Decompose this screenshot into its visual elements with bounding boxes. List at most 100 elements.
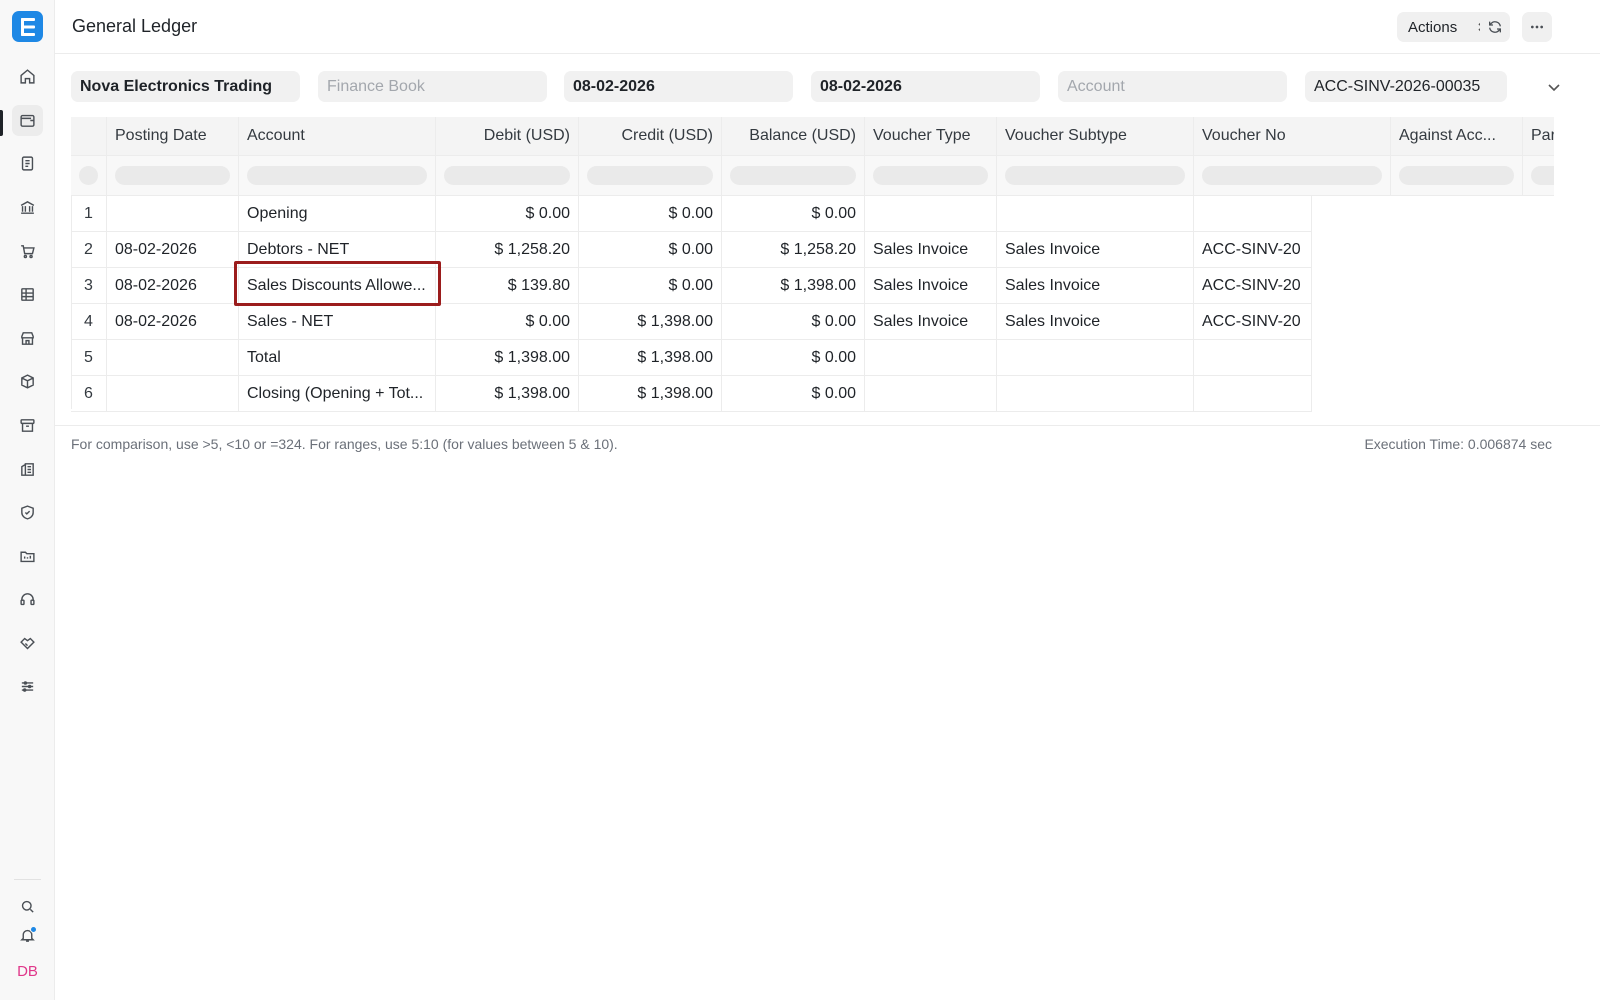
filter-pill[interactable] — [444, 166, 570, 185]
sidebar-item-selling[interactable] — [12, 323, 43, 354]
cell-balance[interactable]: $ 1,398.00 — [722, 268, 865, 303]
sidebar-item-support[interactable] — [12, 584, 43, 615]
filter-credit[interactable] — [579, 156, 722, 195]
cell-credit[interactable]: $ 1,398.00 — [579, 340, 722, 375]
cell-debit[interactable]: $ 1,258.20 — [436, 232, 579, 267]
cell-voucher-no[interactable] — [1194, 340, 1312, 375]
cell-voucher-type[interactable] — [865, 340, 997, 375]
sidebar-search-button[interactable] — [12, 891, 43, 922]
voucher-no-field[interactable]: ACC-SINV-2026-00035 — [1305, 71, 1507, 102]
sidebar-item-home[interactable] — [12, 61, 43, 92]
cell-posting-date[interactable] — [107, 196, 239, 231]
cell-debit[interactable]: $ 1,398.00 — [436, 376, 579, 411]
column-header-balance[interactable]: Balance (USD) — [722, 117, 865, 155]
cell-balance[interactable]: $ 0.00 — [722, 376, 865, 411]
cell-debit[interactable]: $ 0.00 — [436, 304, 579, 339]
column-header-credit[interactable]: Credit (USD) — [579, 117, 722, 155]
cell-voucher-no[interactable] — [1194, 196, 1312, 231]
sidebar-notifications-button[interactable] — [12, 920, 43, 951]
filter-against-account[interactable] — [1391, 156, 1523, 195]
cell-voucher-type[interactable]: Sales Invoice — [865, 268, 997, 303]
cell-voucher-subtype[interactable]: Sales Invoice — [997, 268, 1194, 303]
filter-voucher-type[interactable] — [865, 156, 997, 195]
column-header-debit[interactable]: Debit (USD) — [436, 117, 579, 155]
filter-pill[interactable] — [1202, 166, 1382, 185]
sidebar-item-stock[interactable] — [12, 366, 43, 397]
sidebar-item-reports[interactable] — [12, 279, 43, 310]
from-date-field[interactable]: 08-02-2026 — [564, 71, 793, 102]
sidebar-item-banking[interactable] — [12, 192, 43, 223]
cell-voucher-subtype[interactable]: Sales Invoice — [997, 304, 1194, 339]
filter-pill[interactable] — [247, 166, 427, 185]
cell-voucher-type[interactable]: Sales Invoice — [865, 232, 997, 267]
company-field[interactable]: Nova Electronics Trading — [71, 71, 300, 102]
filter-pill[interactable] — [730, 166, 856, 185]
filter-pill[interactable] — [1399, 166, 1514, 185]
cell-credit[interactable]: $ 1,398.00 — [579, 304, 722, 339]
filter-posting-date[interactable] — [107, 156, 239, 195]
cell-posting-date[interactable] — [107, 376, 239, 411]
table-row[interactable]: 6 Closing (Opening + Tot... $ 1,398.00 $ 1,… — [71, 376, 1312, 412]
sidebar-item-manufacturing[interactable] — [12, 454, 43, 485]
sidebar-item-crm[interactable] — [12, 628, 43, 659]
cell-credit[interactable]: $ 0.00 — [579, 268, 722, 303]
chevron-down-icon[interactable] — [1546, 79, 1562, 95]
cell-account[interactable]: Opening — [239, 196, 436, 231]
table-row[interactable]: 1 Opening $ 0.00 $ 0.00 $ 0.00 — [71, 196, 1312, 232]
cell-account[interactable]: Closing (Opening + Tot... — [239, 376, 436, 411]
cell-voucher-type[interactable] — [865, 196, 997, 231]
column-header-voucher-no[interactable]: Voucher No — [1194, 117, 1391, 155]
filter-pill[interactable] — [1005, 166, 1185, 185]
app-logo[interactable] — [12, 11, 43, 42]
column-header-voucher-type[interactable]: Voucher Type — [865, 117, 997, 155]
cell-voucher-subtype[interactable] — [997, 196, 1194, 231]
sidebar-item-accounting[interactable] — [12, 105, 43, 136]
cell-voucher-type[interactable]: Sales Invoice — [865, 304, 997, 339]
cell-voucher-subtype[interactable] — [997, 376, 1194, 411]
cell-balance[interactable]: $ 1,258.20 — [722, 232, 865, 267]
cell-posting-date[interactable]: 08-02-2026 — [107, 232, 239, 267]
account-field[interactable]: Account — [1058, 71, 1287, 102]
sidebar-item-settings[interactable] — [12, 671, 43, 702]
avatar[interactable]: DB — [12, 956, 43, 987]
sidebar-item-quality[interactable] — [12, 497, 43, 528]
cell-posting-date[interactable] — [107, 340, 239, 375]
table-row[interactable]: 4 08-02-2026 Sales - NET $ 0.00 $ 1,398.00 $ … — [71, 304, 1312, 340]
filter-debit[interactable] — [436, 156, 579, 195]
cell-voucher-no[interactable]: ACC-SINV-20 — [1194, 232, 1312, 267]
filter-voucher-subtype[interactable] — [997, 156, 1194, 195]
cell-posting-date[interactable]: 08-02-2026 — [107, 268, 239, 303]
column-header-party[interactable]: Par — [1523, 117, 1554, 155]
cell-voucher-no[interactable]: ACC-SINV-20 — [1194, 304, 1312, 339]
column-header-voucher-subtype[interactable]: Voucher Subtype — [997, 117, 1194, 155]
filter-pill[interactable] — [1531, 166, 1554, 185]
filter-party[interactable] — [1523, 156, 1554, 195]
finance-book-field[interactable]: Finance Book — [318, 71, 547, 102]
filter-balance[interactable] — [722, 156, 865, 195]
filter-pill[interactable] — [873, 166, 988, 185]
cell-account[interactable]: Total — [239, 340, 436, 375]
more-options-button[interactable] — [1522, 12, 1552, 42]
table-row[interactable]: 5 Total $ 1,398.00 $ 1,398.00 $ 0.00 — [71, 340, 1312, 376]
sidebar-item-assets[interactable] — [12, 410, 43, 441]
to-date-field[interactable]: 08-02-2026 — [811, 71, 1040, 102]
sidebar-item-projects[interactable] — [12, 541, 43, 572]
cell-debit[interactable]: $ 139.80 — [436, 268, 579, 303]
cell-voucher-subtype[interactable] — [997, 340, 1194, 375]
filter-account[interactable] — [239, 156, 436, 195]
sidebar-item-buying[interactable] — [12, 236, 43, 267]
cell-voucher-type[interactable] — [865, 376, 997, 411]
sidebar-item-documents[interactable] — [12, 148, 43, 179]
filter-pill[interactable] — [115, 166, 230, 185]
cell-credit[interactable]: $ 0.00 — [579, 196, 722, 231]
cell-account[interactable]: Sales - NET — [239, 304, 436, 339]
cell-credit[interactable]: $ 0.00 — [579, 232, 722, 267]
cell-debit[interactable]: $ 1,398.00 — [436, 340, 579, 375]
cell-posting-date[interactable]: 08-02-2026 — [107, 304, 239, 339]
filter-pill[interactable] — [587, 166, 713, 185]
filter-voucher-no[interactable] — [1194, 156, 1391, 195]
cell-balance[interactable]: $ 0.00 — [722, 340, 865, 375]
refresh-button[interactable] — [1480, 12, 1510, 42]
column-header-posting-date[interactable]: Posting Date — [107, 117, 239, 155]
column-header-account[interactable]: Account — [239, 117, 436, 155]
